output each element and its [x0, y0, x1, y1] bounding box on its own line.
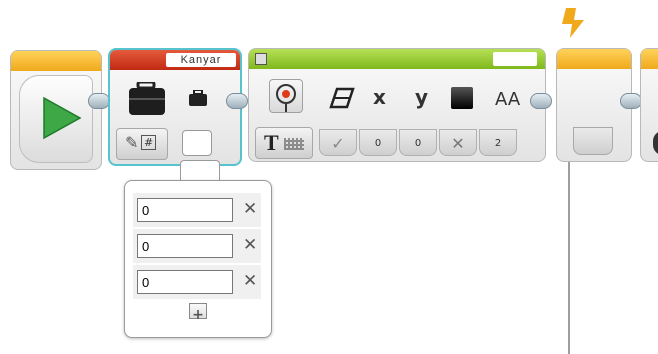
delete-item-icon-2[interactable]: ✕ [243, 235, 257, 255]
array-value-input[interactable] [182, 130, 212, 156]
array-row-1: ✕ [133, 193, 261, 227]
sequence-wire-marker [562, 8, 584, 38]
param-slot-x[interactable]: 0 [359, 129, 397, 156]
connector-start-out[interactable] [88, 93, 110, 109]
numeric-array-icon: # [141, 135, 157, 150]
connector-display-out[interactable] [530, 93, 552, 109]
array-editor-popup: ✕ ✕ ✕ + [124, 180, 272, 338]
partial-block-knob [653, 131, 658, 155]
param-slot-clear[interactable]: ✓ [319, 129, 357, 156]
sequence-wire-line [568, 150, 570, 354]
display-name-field[interactable] [493, 52, 537, 66]
text-mode-selector[interactable]: T [255, 127, 313, 159]
text-mode-icon: T [264, 130, 279, 155]
connector-next-out[interactable] [620, 93, 642, 109]
plus-icon: + [192, 307, 204, 323]
variable-block[interactable]: Kanyar ✎ # [108, 48, 242, 166]
connector-variable-out[interactable] [226, 93, 248, 109]
display-block[interactable]: T x y AA ✓ 0 0 ✕ 2 [248, 48, 546, 162]
param-slot-y[interactable]: 0 [399, 129, 437, 156]
start-block[interactable] [10, 50, 102, 170]
array-item-input-2[interactable] [137, 234, 233, 258]
array-row-3: ✕ [133, 265, 261, 299]
eraser-icon[interactable] [329, 87, 355, 109]
wire-arrow-icon [562, 8, 584, 38]
variable-name-label[interactable]: Kanyar [166, 53, 236, 67]
param-slot-font[interactable]: 2 [479, 129, 517, 156]
add-item-button[interactable]: + [189, 303, 207, 322]
text-grid-icon [284, 138, 304, 150]
x-param-label: x [373, 85, 386, 109]
briefcase-icon[interactable] [128, 80, 174, 116]
delete-item-icon-3[interactable]: ✕ [243, 271, 257, 291]
small-briefcase-icon [188, 89, 208, 106]
target-image-icon[interactable] [269, 79, 303, 113]
display-block-icon [255, 53, 267, 65]
next-block-slot[interactable] [573, 127, 613, 155]
variable-mode-selector[interactable]: ✎ # [116, 128, 168, 160]
play-triangle-icon[interactable] [19, 75, 93, 163]
array-row-2: ✕ [133, 229, 261, 263]
display-block-tab [249, 49, 545, 69]
partial-block[interactable] [640, 48, 658, 162]
popup-pointer [180, 160, 220, 182]
y-param-label: y [415, 85, 429, 109]
color-param-icon [451, 87, 473, 109]
array-item-input-3[interactable] [137, 270, 233, 294]
next-block-tab [557, 49, 631, 69]
pencil-edit-icon: ✎ [125, 133, 139, 152]
array-item-input-1[interactable] [137, 198, 233, 222]
param-slot-color[interactable]: ✕ [439, 129, 477, 156]
delete-item-icon-1[interactable]: ✕ [243, 199, 257, 219]
start-block-tab [11, 51, 101, 71]
font-size-param-label: AA [495, 89, 521, 110]
partial-block-tab [641, 49, 658, 69]
